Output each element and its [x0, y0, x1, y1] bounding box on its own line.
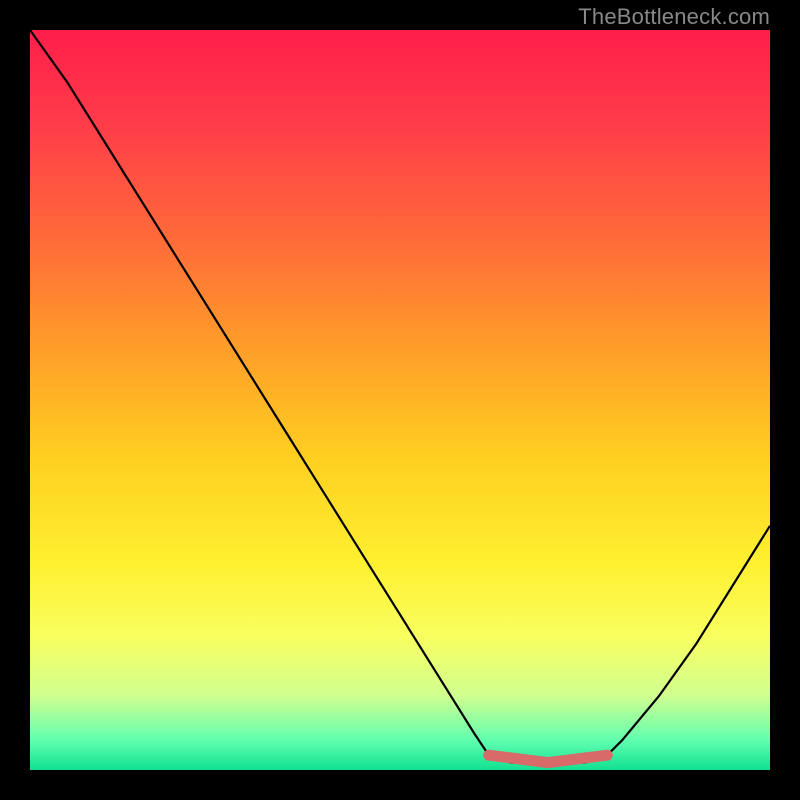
watermark-text: TheBottleneck.com: [578, 4, 770, 30]
gradient-plot-area: [30, 30, 770, 770]
curve-svg: [30, 30, 770, 770]
bottleneck-curve: [30, 30, 770, 763]
chart-container: TheBottleneck.com: [0, 0, 800, 800]
optimal-zone-highlight: [489, 755, 607, 762]
